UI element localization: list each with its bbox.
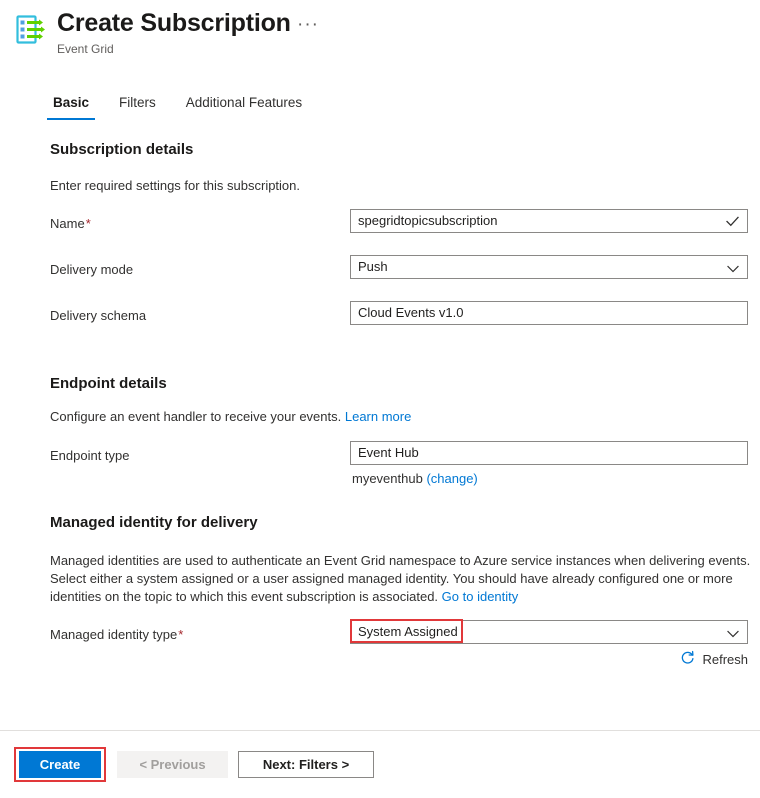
- managed-identity-desc-line3: identities on the topic to which this ev…: [50, 589, 439, 604]
- tab-filters[interactable]: Filters: [113, 94, 162, 120]
- page-title: Create Subscription: [57, 9, 291, 37]
- more-actions-button[interactable]: ···: [293, 12, 323, 38]
- label-delivery-mode: Delivery mode: [50, 262, 134, 277]
- endpoint-resource-name: myeventhub: [352, 471, 423, 486]
- managed-identity-desc-line2: Select either a system assigned or a use…: [50, 571, 733, 586]
- create-button[interactable]: Create: [19, 751, 101, 778]
- input-name[interactable]: spegridtopicsubscription: [350, 209, 748, 233]
- next-filters-button[interactable]: Next: Filters >: [238, 751, 374, 778]
- input-endpoint-type: Event Hub: [350, 441, 748, 465]
- label-name-text: Name: [50, 216, 85, 231]
- event-grid-subscription-icon: [16, 14, 48, 48]
- section-description-endpoint-details: Configure an event handler to receive yo…: [50, 408, 411, 426]
- endpoint-description-text: Configure an event handler to receive yo…: [50, 409, 342, 424]
- section-title-endpoint-details: Endpoint details: [50, 375, 167, 392]
- page-subtitle: Event Grid: [57, 42, 114, 56]
- footer-bar: [0, 731, 760, 798]
- refresh-icon: [680, 650, 695, 670]
- managed-identity-desc-line1: Managed identities are used to authentic…: [50, 553, 751, 568]
- refresh-button[interactable]: Refresh: [680, 650, 748, 670]
- page-title-block: Create Subscription Event Grid: [57, 8, 291, 57]
- change-endpoint-link[interactable]: (change): [426, 471, 477, 486]
- page-header: Create Subscription Event Grid ···: [0, 0, 760, 70]
- section-title-managed-identity: Managed identity for delivery: [50, 514, 258, 531]
- tab-bar: Basic Filters Additional Features: [47, 94, 326, 120]
- label-endpoint-type: Endpoint type: [50, 448, 130, 463]
- learn-more-link[interactable]: Learn more: [345, 409, 411, 424]
- previous-button: < Previous: [117, 751, 228, 778]
- label-name: Name*: [50, 215, 91, 233]
- label-managed-identity-type: Managed identity type*: [50, 626, 183, 644]
- tab-basic[interactable]: Basic: [47, 94, 96, 120]
- label-managed-identity-type-text: Managed identity type: [50, 627, 178, 642]
- label-delivery-schema: Delivery schema: [50, 308, 147, 323]
- section-description-managed-identity: Managed identities are used to authentic…: [50, 552, 756, 606]
- required-indicator-name: *: [85, 216, 91, 231]
- go-to-identity-link[interactable]: Go to identity: [442, 589, 519, 604]
- required-indicator-managed-identity-type: *: [178, 627, 184, 642]
- refresh-label: Refresh: [702, 652, 748, 667]
- section-description-subscription-details: Enter required settings for this subscri…: [50, 178, 301, 193]
- select-delivery-mode[interactable]: Push: [350, 255, 748, 279]
- input-delivery-schema: Cloud Events v1.0: [350, 301, 748, 325]
- endpoint-resource-note: myeventhub (change): [352, 470, 478, 488]
- section-title-subscription-details: Subscription details: [50, 141, 194, 158]
- select-managed-identity-type[interactable]: System Assigned: [350, 620, 748, 644]
- tab-additional-features[interactable]: Additional Features: [180, 94, 308, 120]
